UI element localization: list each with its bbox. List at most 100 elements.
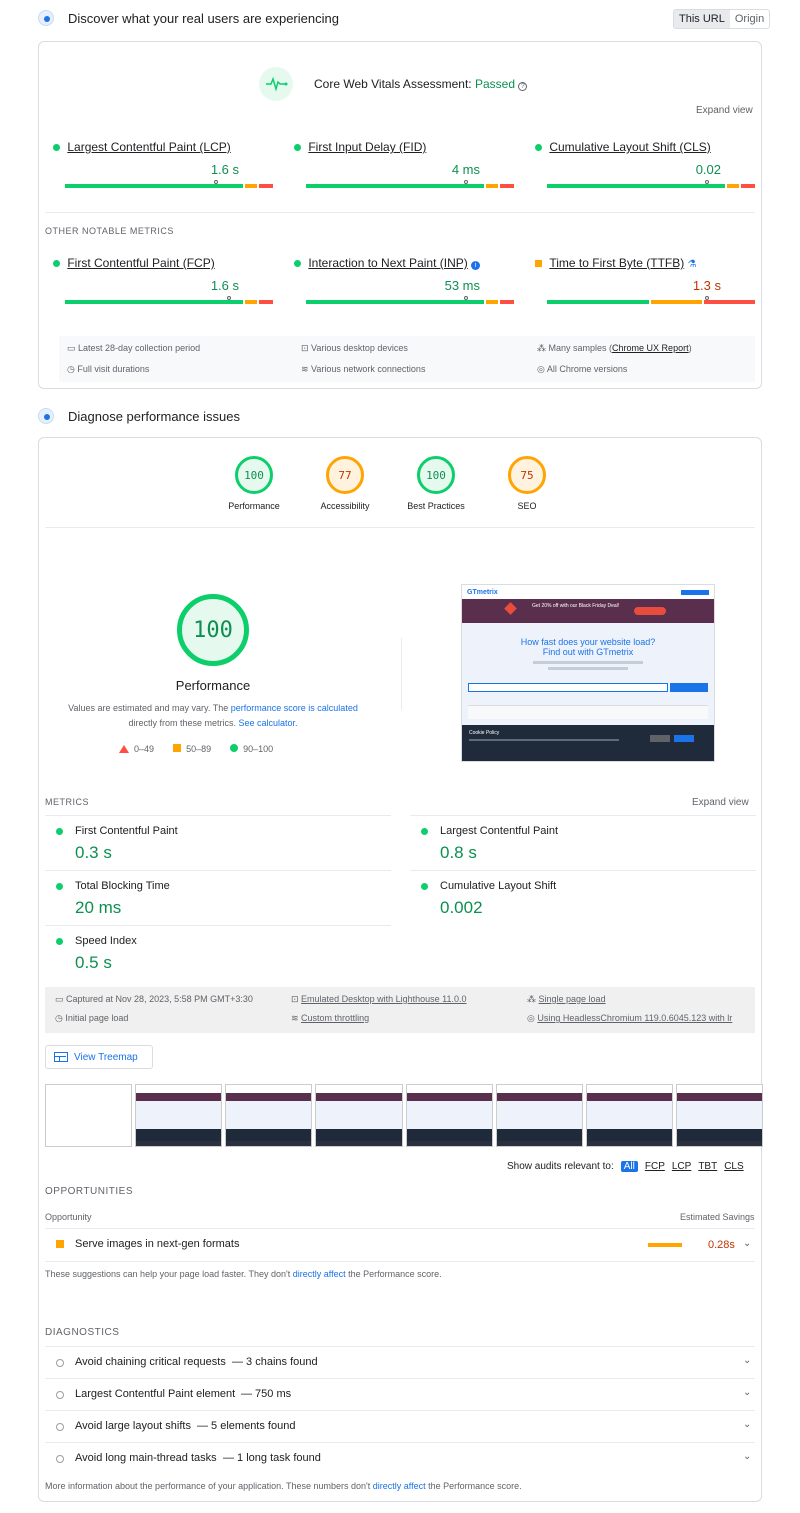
- expand-view-link[interactable]: Expand view: [696, 105, 753, 116]
- chevron-down-icon[interactable]: ⌄: [743, 1387, 751, 1398]
- vertical-divider: [401, 638, 402, 710]
- directly-affect-link[interactable]: directly affect: [293, 1269, 346, 1279]
- performance-label-large: Performance: [175, 678, 251, 693]
- divider: [45, 1228, 755, 1229]
- lab-metric: First Contentful Paint 0.3 s: [45, 815, 391, 870]
- filmstrip-frame: [225, 1084, 313, 1147]
- field-metric: Time to First Byte (TTFB) ⚗ 1.3 s: [527, 256, 755, 306]
- opportunities-note: These suggestions can help your page loa…: [45, 1269, 442, 1279]
- legend-average: 50–89: [168, 744, 211, 754]
- footer-chrome-versions: ◎ All Chrome versions: [537, 364, 628, 374]
- score-gauge: 75: [508, 456, 546, 494]
- chevron-down-icon[interactable]: ⌄: [743, 1451, 751, 1462]
- chevron-down-icon[interactable]: ⌄: [743, 1355, 751, 1366]
- crux-link[interactable]: Chrome UX Report: [612, 343, 689, 353]
- category-score: 100: [244, 468, 264, 482]
- diagnostics-note: More information about the performance o…: [45, 1481, 522, 1491]
- distribution-bar: [306, 184, 516, 188]
- distribution-segment: [306, 184, 484, 188]
- final-screenshot[interactable]: GTmetrix Get 20% off with our Black Frid…: [461, 584, 715, 762]
- view-treemap-button[interactable]: View Treemap: [45, 1045, 153, 1069]
- metric-name[interactable]: Interaction to Next Paint (INP): [308, 256, 467, 270]
- flask-icon[interactable]: ⚗: [688, 259, 697, 270]
- other-metrics-heading: OTHER NOTABLE METRICS: [45, 226, 174, 236]
- screenshot-cookie: Cookie Policy: [469, 730, 500, 736]
- category-gauge-performance[interactable]: 100 Performance: [219, 456, 289, 511]
- metric-value: 0.02: [695, 162, 721, 177]
- opportunity-row[interactable]: Serve images in next-gen formats 0.28s ⌄: [45, 1230, 755, 1260]
- metric-name-row: Largest Contentful Paint (LCP): [53, 140, 231, 154]
- field-data-title: Discover what your real users are experi…: [68, 11, 339, 26]
- metric-name[interactable]: First Contentful Paint (FCP): [67, 256, 214, 270]
- performance-score-large: 100: [193, 617, 233, 643]
- filmstrip-frame: [585, 1084, 673, 1147]
- metric-name[interactable]: Largest Contentful Paint (LCP): [67, 140, 230, 154]
- filter-all[interactable]: All: [620, 1161, 638, 1172]
- category-gauge-best-practices[interactable]: 100 Best Practices: [401, 456, 471, 511]
- see-calculator-link[interactable]: See calculator.: [239, 718, 298, 728]
- chevron-down-icon[interactable]: ⌄: [743, 1419, 751, 1430]
- diagnostic-row[interactable]: Avoid chaining critical requests — 3 cha…: [45, 1346, 755, 1378]
- diagnostic-row[interactable]: Largest Contentful Paint element — 750 m…: [45, 1378, 755, 1410]
- distribution-segment: [65, 184, 243, 188]
- score-gauge: 100: [417, 456, 455, 494]
- lab-metric-label: Largest Contentful Paint: [440, 825, 559, 837]
- metric-name[interactable]: First Input Delay (FID): [308, 140, 426, 154]
- p75-marker: [226, 296, 231, 300]
- lab-metric: Total Blocking Time 20 ms: [45, 870, 391, 925]
- filter-fcp[interactable]: FCP: [645, 1161, 665, 1172]
- field-metric: First Contentful Paint (FCP) 1.6 s: [45, 256, 273, 306]
- field-metric: Cumulative Layout Shift (CLS) 0.02: [527, 140, 755, 190]
- average-icon: [56, 1240, 64, 1248]
- url-origin-toggle[interactable]: This URL Origin: [673, 9, 771, 29]
- lab-metric: Largest Contentful Paint 0.8 s: [410, 815, 756, 870]
- metric-name[interactable]: Time to First Byte (TTFB): [549, 256, 684, 270]
- screenshot-logo: GTmetrix: [467, 588, 498, 596]
- metrics-expand-view[interactable]: Expand view: [692, 797, 749, 808]
- footer-devices: ⊡ Various desktop devices: [301, 343, 408, 353]
- diagnostic-row[interactable]: Avoid long main-thread tasks — 1 long ta…: [45, 1442, 755, 1474]
- diagnostic-detail: — 3 chains found: [232, 1356, 318, 1368]
- good-dot-icon: [53, 260, 60, 267]
- lab-metric-label: Total Blocking Time: [75, 880, 170, 892]
- good-dot-icon: [56, 883, 63, 890]
- filmstrip-frame: [315, 1084, 403, 1147]
- opportunities-heading: OPPORTUNITIES: [45, 1186, 133, 1197]
- filmstrip-frame: [135, 1084, 223, 1147]
- lab-data-title: Diagnose performance issues: [68, 409, 240, 424]
- score-calculated-link[interactable]: performance score is calculated: [231, 703, 358, 713]
- good-dot-icon: [535, 144, 542, 151]
- performance-note: Values are estimated and may vary. The p…: [68, 703, 358, 728]
- distribution-bar: [65, 184, 275, 188]
- distribution-segment: [651, 300, 702, 304]
- info-icon[interactable]: i: [471, 261, 481, 270]
- distribution-segment: [499, 300, 514, 304]
- chevron-down-icon[interactable]: ⌄: [743, 1238, 751, 1249]
- opportunity-title: Serve images in next-gen formats: [75, 1238, 240, 1250]
- filter-cls[interactable]: CLS: [724, 1161, 743, 1172]
- directly-affect-link[interactable]: directly affect: [373, 1481, 426, 1491]
- diagnostic-title: Avoid large layout shifts: [75, 1420, 191, 1432]
- distribution-segment: [499, 184, 514, 188]
- category-gauge-accessibility[interactable]: 77 Accessibility: [310, 456, 380, 511]
- divider: [45, 212, 755, 213]
- average-square-icon: [535, 260, 542, 267]
- field-data-icon: [38, 10, 54, 26]
- filter-lcp[interactable]: LCP: [672, 1161, 691, 1172]
- run-captured: ▭ Captured at Nov 28, 2023, 5:58 PM GMT+…: [55, 994, 253, 1004]
- metric-name[interactable]: Cumulative Layout Shift (CLS): [549, 140, 710, 154]
- filter-tbt[interactable]: TBT: [698, 1161, 717, 1172]
- help-icon[interactable]: ?: [518, 82, 528, 91]
- good-dot-icon: [294, 260, 301, 267]
- toggle-this-url[interactable]: This URL: [674, 10, 730, 28]
- category-gauge-seo[interactable]: 75 SEO: [492, 456, 562, 511]
- treemap-icon: [54, 1052, 68, 1062]
- run-single-load: ⁂ Single page load: [527, 994, 606, 1004]
- distribution-bar: [547, 184, 757, 188]
- screenshot-headline-1: How fast does your website load?: [520, 637, 656, 647]
- diagnostic-row[interactable]: Avoid large layout shifts — 5 elements f…: [45, 1410, 755, 1442]
- lab-metric-value: 20 ms: [75, 898, 122, 917]
- p75-marker: [704, 180, 709, 184]
- toggle-origin[interactable]: Origin: [730, 10, 769, 28]
- field-metric: Interaction to Next Paint (INP) i 53 ms: [286, 256, 514, 306]
